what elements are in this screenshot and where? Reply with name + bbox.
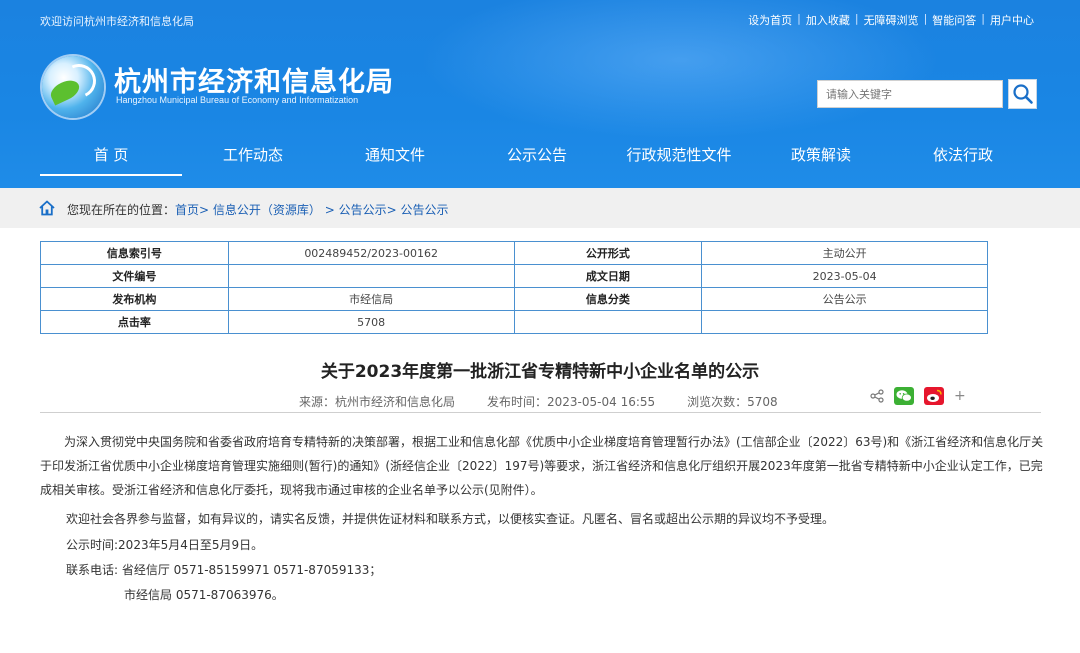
breadcrumb-trail: 您现在所在的位置：首页> 信息公开（资源库） > 公告公示> 公告公示 (67, 201, 449, 218)
top-link-separator: | (797, 12, 801, 25)
top-link-separator: | (981, 12, 985, 25)
nav-public-announcements[interactable]: 公示公告 (466, 136, 608, 178)
article-paragraph: 欢迎社会各界参与监督，如有异议的，请实名反馈，并提供佐证材料和联系方式，以便核实… (66, 512, 835, 526)
table-row: 信息索引号 002489452/2023-00162 公开形式 主动公开 (40, 241, 988, 265)
table-value: 002489452/2023-00162 (227, 241, 515, 265)
breadcrumb-announcements-current[interactable]: 公告公示 (401, 203, 449, 217)
share-bar: + (870, 387, 976, 405)
search-icon (1012, 84, 1033, 104)
article-source: 来源：杭州市经济和信息化局 (299, 395, 456, 409)
breadcrumb-prefix: 您现在所在的位置： (67, 203, 176, 217)
table-row: 点击率 5708 (40, 310, 988, 334)
nav-policy-interpretation[interactable]: 政策解读 (750, 136, 892, 178)
breadcrumb-separator: > (386, 203, 401, 217)
contact-line: 联系电话: 省经信厅 0571-85159971 0571-87059133； (66, 563, 382, 577)
top-link-separator: | (854, 12, 859, 25)
top-link-smart-qa[interactable]: 智能问答 (932, 12, 976, 28)
nav-normative-documents[interactable]: 行政规范性文件 (608, 136, 750, 178)
table-row: 发布机构 市经信局 信息分类 公告公示 (40, 287, 988, 311)
top-link-accessibility[interactable]: 无障碍浏览 (864, 12, 919, 28)
article-views: 浏览次数：5708 (687, 395, 778, 409)
plus-icon[interactable]: + (954, 389, 966, 403)
top-links: 设为首页 | 加入收藏 | 无障碍浏览 | 智能问答 | 用户中心 (748, 12, 1034, 28)
wechat-icon[interactable] (894, 387, 914, 405)
site-header: 欢迎访问杭州市经济和信息化局 设为首页 | 加入收藏 | 无障碍浏览 | 智能问… (0, 0, 1080, 188)
table-value: 公告公示 (701, 287, 988, 311)
table-value: 2023-05-04 (701, 264, 988, 288)
top-link-separator: | (923, 12, 928, 25)
top-link-set-homepage[interactable]: 设为首页 (748, 12, 792, 28)
site-title[interactable]: 杭州市经济和信息化局 (114, 60, 394, 99)
site-logo-emblem[interactable] (42, 56, 104, 118)
main-nav: 首 页 工作动态 通知文件 公示公告 行政规范性文件 政策解读 依法行政 (40, 136, 1040, 178)
table-key: 成文日期 (513, 264, 703, 288)
article-paragraph: 为深入贯彻党中央国务院和省委省政府培育专精特新的决策部署，根据工业和信息化部《优… (40, 435, 1044, 497)
share-icon[interactable] (870, 389, 884, 403)
table-key: 文件编号 (40, 264, 229, 288)
nav-work-news[interactable]: 工作动态 (182, 136, 324, 178)
home-icon (39, 200, 55, 216)
nav-notice-documents[interactable]: 通知文件 (324, 136, 466, 178)
table-key (513, 310, 703, 334)
table-key: 信息分类 (513, 287, 703, 311)
nav-law-administration[interactable]: 依法行政 (892, 136, 1034, 178)
breadcrumb: 您现在所在的位置：首页> 信息公开（资源库） > 公告公示> 公告公示 (0, 188, 1080, 228)
breadcrumb-separator: > (199, 203, 213, 217)
table-key: 发布机构 (40, 287, 229, 311)
search-button[interactable] (1008, 79, 1037, 109)
welcome-text: 欢迎访问杭州市经济和信息化局 (40, 15, 194, 28)
site-subtitle: Hangzhou Municipal Bureau of Economy and… (116, 95, 359, 105)
table-value: 主动公开 (701, 241, 988, 265)
table-value (701, 310, 988, 334)
top-link-user-center[interactable]: 用户中心 (990, 12, 1034, 28)
nav-home[interactable]: 首 页 (40, 136, 182, 178)
table-value (227, 264, 515, 288)
breadcrumb-separator: > (320, 203, 339, 217)
breadcrumb-home[interactable]: 首页 (175, 203, 199, 217)
table-row: 文件编号 成文日期 2023-05-04 (40, 264, 988, 288)
table-key: 信息索引号 (40, 241, 229, 265)
breadcrumb-announcements[interactable]: 公告公示 (339, 203, 387, 217)
table-key: 点击率 (40, 310, 229, 334)
top-link-add-favorite[interactable]: 加入收藏 (806, 12, 850, 28)
document-info-table: 信息索引号 002489452/2023-00162 公开形式 主动公开 文件编… (40, 241, 988, 334)
contact-line: 市经信局 0571-87063976。 (124, 588, 284, 602)
weibo-icon[interactable] (924, 387, 944, 405)
article-meta: 来源：杭州市经济和信息化局 发布时间：2023-05-04 16:55 浏览次数… (299, 393, 810, 410)
table-value: 5708 (227, 310, 515, 334)
search-input[interactable] (817, 80, 1003, 108)
table-value: 市经信局 (227, 287, 515, 311)
article-divider (40, 412, 1041, 413)
article-title: 关于2023年度第一批浙江省专精特新中小企业名单的公示 (320, 362, 760, 382)
article-paragraph: 公示时间:2023年5月4日至5月9日。 (66, 538, 264, 552)
table-key: 公开形式 (513, 241, 703, 265)
breadcrumb-info-disclosure[interactable]: 信息公开（资源库） (213, 203, 321, 217)
article-publish-time: 发布时间：2023-05-04 16:55 (487, 395, 656, 409)
